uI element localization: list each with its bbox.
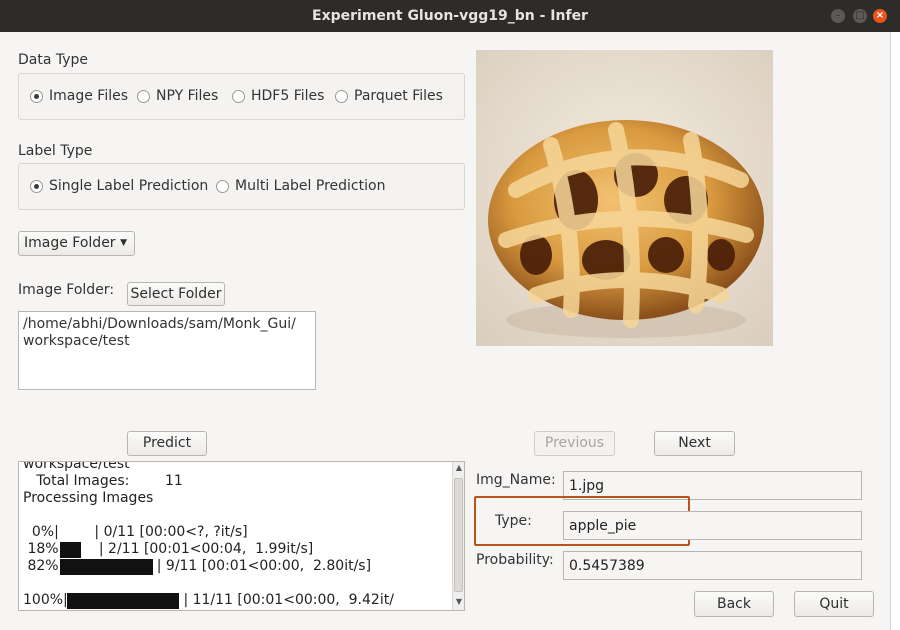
close-icon[interactable]: × <box>873 9 887 23</box>
console-line: Total Images: 11 <box>23 473 183 489</box>
window-title: Experiment Gluon-vgg19_bn - Infer <box>312 8 588 24</box>
path-line: workspace/test <box>23 333 130 349</box>
radio-multi-label[interactable]: Multi Label Prediction <box>216 178 385 194</box>
console-output[interactable]: workspace/test Total Images: 11 Processi… <box>18 461 465 611</box>
radio-selected-icon <box>30 89 43 103</box>
probability-field[interactable]: 0.5457389 <box>563 551 862 580</box>
radio-unselected-icon <box>232 89 245 103</box>
console-line: Processing Images <box>23 490 154 506</box>
scroll-down-icon[interactable]: ▼ <box>453 596 465 608</box>
folder-path-field[interactable]: /home/abhi/Downloads/sam/Monk_Gui/worksp… <box>18 311 316 390</box>
console-scrollbar[interactable]: ▲ ▼ <box>452 462 464 610</box>
radio-unselected-icon <box>137 89 150 103</box>
back-button[interactable]: Back <box>694 591 774 617</box>
radio-single-label[interactable]: Single Label Prediction <box>30 178 208 194</box>
type-label: Type: <box>495 513 532 529</box>
image-folder-label: Image Folder: <box>18 282 115 298</box>
radio-npy-files[interactable]: NPY Files <box>137 88 218 104</box>
radio-label: NPY Files <box>156 88 219 104</box>
maximize-icon[interactable]: □ <box>853 9 867 23</box>
next-button[interactable]: Next <box>654 431 735 456</box>
radio-selected-icon <box>30 179 43 193</box>
radio-label: HDF5 Files <box>251 88 325 104</box>
radio-unselected-icon <box>216 179 229 193</box>
label-type-label: Label Type <box>18 143 93 159</box>
progress-bar-82 <box>60 559 153 575</box>
type-field[interactable]: apple_pie <box>563 511 862 540</box>
data-type-label: Data Type <box>18 52 89 68</box>
progress-bar-100 <box>67 593 179 609</box>
img-name-label: Img_Name: <box>476 472 556 488</box>
source-dropdown[interactable]: Image Folder ▼ <box>18 231 135 256</box>
select-folder-button[interactable]: Select Folder <box>127 282 225 306</box>
chevron-down-icon: ▼ <box>120 238 127 248</box>
image-preview <box>476 50 773 346</box>
previous-button[interactable]: Previous <box>534 431 615 456</box>
background-window-edge <box>890 32 900 630</box>
radio-parquet-files[interactable]: Parquet Files <box>335 88 443 104</box>
console-line: 0%| | 0/11 [00:00<?, ?it/s] <box>23 524 248 540</box>
probability-label: Probability: <box>476 552 554 568</box>
radio-image-files[interactable]: Image Files <box>30 88 128 104</box>
quit-button[interactable]: Quit <box>794 591 874 617</box>
radio-label: Image Files <box>49 88 129 104</box>
console-line: workspace/test <box>23 461 130 472</box>
dropdown-value: Image Folder <box>24 235 116 251</box>
predict-button[interactable]: Predict <box>127 431 207 456</box>
radio-label: Multi Label Prediction <box>235 178 386 194</box>
radio-label: Parquet Files <box>354 88 443 104</box>
path-line: /home/abhi/Downloads/sam/Monk_Gui/ <box>23 316 296 332</box>
minimize-icon[interactable]: – <box>831 9 845 23</box>
scroll-up-icon[interactable]: ▲ <box>453 462 465 474</box>
radio-hdf5-files[interactable]: HDF5 Files <box>232 88 324 104</box>
radio-label: Single Label Prediction <box>49 178 209 194</box>
scroll-thumb[interactable] <box>454 478 463 592</box>
apple-pie-image <box>476 50 773 346</box>
progress-bar-18 <box>60 542 81 558</box>
radio-unselected-icon <box>335 89 348 103</box>
